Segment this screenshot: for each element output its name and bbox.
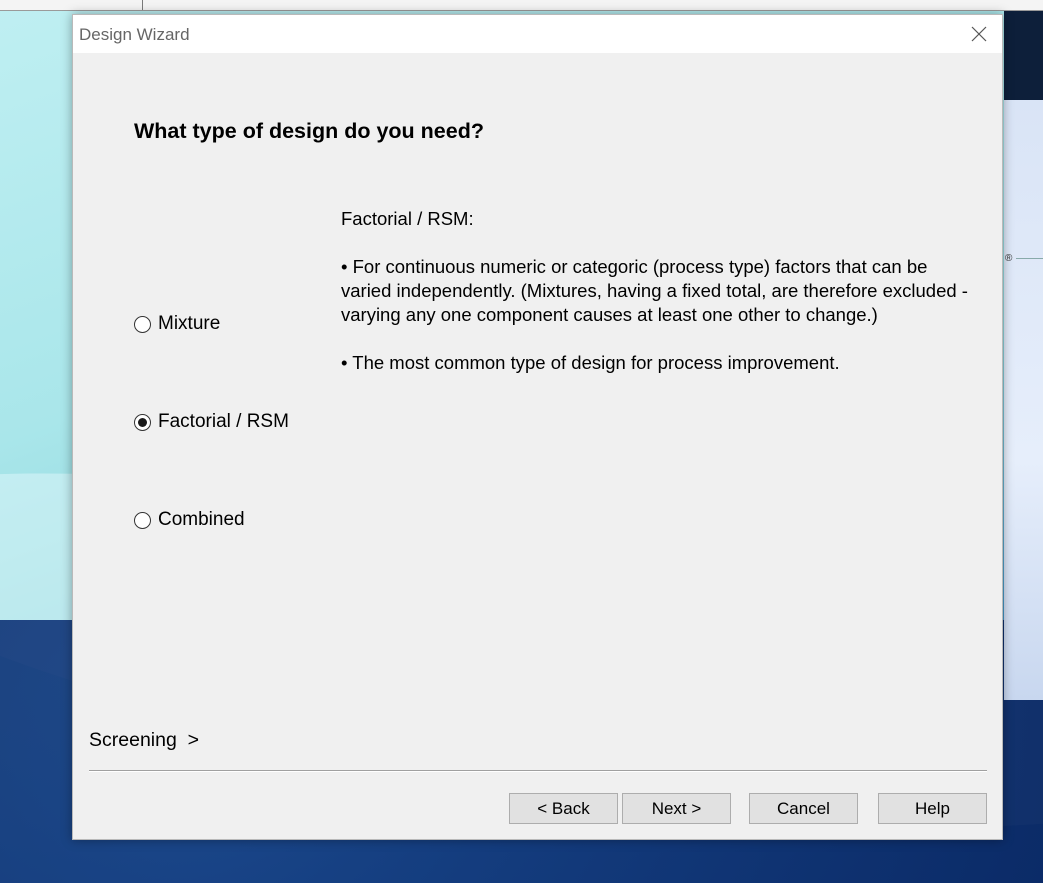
description-bullet-1: • For continuous numeric or categoric (p… <box>341 256 968 325</box>
design-description: Factorial / RSM: • For continuous numeri… <box>341 207 981 375</box>
screening-link[interactable]: Screening > <box>89 729 199 752</box>
radio-option-factorial-rsm[interactable]: Factorial / RSM <box>134 410 289 434</box>
page-heading: What type of design do you need? <box>134 119 484 143</box>
description-title: Factorial / RSM: <box>341 208 474 229</box>
radio-button-combined[interactable] <box>134 511 151 529</box>
close-icon <box>971 26 987 42</box>
background-line <box>1016 258 1043 259</box>
footer-divider <box>89 770 987 772</box>
design-wizard-dialog: Design Wizard What type of design do you… <box>72 14 1003 840</box>
background-window-dark <box>1004 10 1043 105</box>
radio-button-factorial-rsm[interactable] <box>134 413 151 431</box>
title-bar: Design Wizard <box>73 15 1002 53</box>
radio-label-factorial-rsm: Factorial / RSM <box>158 411 289 432</box>
radio-label-mixture: Mixture <box>158 313 221 334</box>
background-registered-mark: ® <box>1005 253 1013 264</box>
background-window-panel <box>1004 100 1043 700</box>
window-title: Design Wizard <box>79 25 190 44</box>
radio-label-combined: Combined <box>158 509 245 530</box>
cancel-button[interactable]: Cancel <box>749 793 858 824</box>
radio-option-mixture[interactable]: Mixture <box>134 312 220 336</box>
description-bullet-2: • The most common type of design for pro… <box>341 352 840 373</box>
help-button[interactable]: Help <box>878 793 987 824</box>
close-button[interactable] <box>956 15 1002 53</box>
radio-button-mixture[interactable] <box>134 315 151 333</box>
next-button[interactable]: Next > <box>622 793 731 824</box>
background-window-strip <box>0 0 1043 11</box>
radio-option-combined[interactable]: Combined <box>134 508 245 532</box>
back-button[interactable]: < Back <box>509 793 618 824</box>
